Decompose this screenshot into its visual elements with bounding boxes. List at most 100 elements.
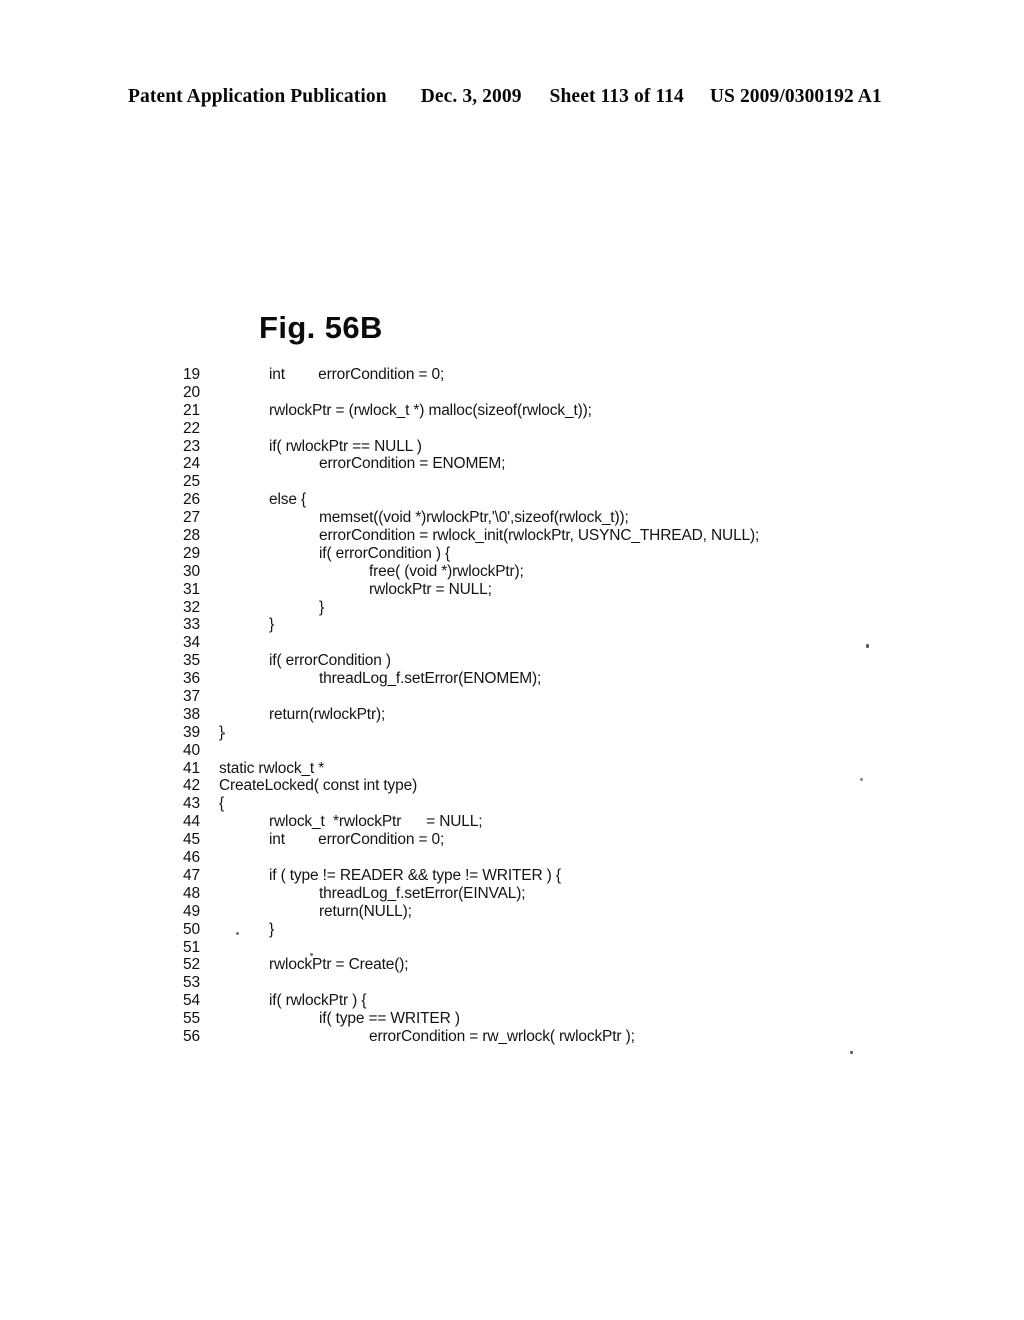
code-line-text: {	[219, 795, 225, 813]
code-line: 32}	[183, 599, 943, 617]
header-document-number: US 2009/0300192 A1	[709, 86, 882, 107]
code-line-number: 28	[183, 527, 201, 545]
code-line: 41 static rwlock_t *	[183, 760, 943, 778]
code-line-number: 43	[183, 795, 201, 813]
code-line: 43 {	[183, 795, 943, 813]
code-line: 53	[183, 974, 943, 992]
code-line: 46	[183, 849, 943, 867]
code-line-text: memset((void *)rwlockPtr,'\0',sizeof(rwl…	[319, 509, 629, 527]
code-line: 35 if( errorCondition )	[183, 652, 943, 670]
scan-speck	[860, 778, 863, 781]
code-line-number: 34	[183, 634, 201, 652]
code-listing: 19 int errorCondition = 0; 20 21 rwlockPtr =…	[183, 366, 943, 1046]
code-line-text: threadLog_f.setError(EINVAL);	[319, 884, 526, 902]
code-line-number: 31	[183, 580, 201, 598]
header-publication-label: Patent Application Publication	[128, 86, 387, 107]
code-line-number: 36	[183, 670, 201, 688]
code-line-text: }	[269, 920, 275, 938]
code-line: 36 threadLog_f.setError(ENOMEM);	[183, 670, 943, 688]
code-line-text: rwlockPtr = NULL;	[369, 580, 492, 598]
running-header: Patent Application Publication Dec. 3, 2…	[128, 86, 896, 108]
code-line-number: 30	[183, 562, 201, 580]
code-line-text: rwlockPtr = (rwlock_t *) malloc(sizeof(r…	[269, 401, 592, 419]
code-line-number: 54	[183, 992, 201, 1010]
code-line: 31 rwlockPtr = NULL;	[183, 581, 943, 599]
code-line-text: if( errorCondition )	[269, 652, 391, 670]
code-line-text: return(rwlockPtr);	[269, 705, 386, 723]
code-line-text: int errorCondition = 0;	[269, 366, 445, 383]
code-line-text: }	[269, 616, 275, 634]
code-line-number: 40	[183, 741, 201, 759]
code-line: 54 if( rwlockPtr ) {	[183, 992, 943, 1010]
scan-speck	[850, 1051, 853, 1054]
code-line-number: 52	[183, 956, 201, 974]
code-line-text: rwlockPtr = Create();	[269, 956, 409, 974]
code-line: 27 memset((void *)rwlockPtr,'\0',sizeof(r…	[183, 509, 943, 527]
code-line-text: rwlock_t *rwlockPtr = NULL;	[269, 813, 483, 831]
code-line-text: return(NULL);	[319, 902, 412, 920]
code-line: 25	[183, 473, 943, 491]
code-line: 26 else {	[183, 491, 943, 509]
code-line-text: free( (void *)rwlockPtr);	[369, 562, 524, 580]
code-line-number: 19	[183, 366, 201, 383]
code-line: 52 rwlockPtr = Create();	[183, 956, 943, 974]
code-line-number: 50	[183, 920, 201, 938]
code-line-text: if( errorCondition ) {	[319, 544, 451, 562]
code-line-text: static rwlock_t *	[219, 759, 325, 777]
header-publication-date: Dec. 3, 2009	[420, 86, 522, 107]
code-line-text: errorCondition = ENOMEM;	[319, 455, 506, 473]
code-line: 30 free( (void *)rwlockPtr);	[183, 563, 943, 581]
code-line: 39}	[183, 724, 943, 742]
code-line: 55 if( type == WRITER )	[183, 1010, 943, 1028]
code-line-number: 44	[183, 813, 201, 831]
code-line-text: threadLog_f.setError(ENOMEM);	[319, 670, 542, 688]
code-line: 19 int errorCondition = 0;	[183, 366, 943, 384]
code-line-number: 22	[183, 419, 201, 437]
code-line-number: 41	[183, 759, 201, 777]
code-line: 33}	[183, 616, 943, 634]
code-line: 50}	[183, 921, 943, 939]
code-line-text: int errorCondition = 0;	[269, 831, 445, 849]
code-line: 48 threadLog_f.setError(EINVAL);	[183, 885, 943, 903]
code-line-text: if( rwlockPtr == NULL )	[269, 437, 422, 455]
code-line: 22	[183, 420, 943, 438]
header-sheet-number: Sheet 113 of 114	[549, 86, 684, 107]
code-line: 23 if( rwlockPtr == NULL )	[183, 438, 943, 456]
code-line-text: }	[219, 724, 943, 742]
code-line-number: 29	[183, 544, 201, 562]
code-line: 49 return(NULL);	[183, 903, 943, 921]
code-line: 29 if( errorCondition ) {	[183, 545, 943, 563]
code-line: 42 CreateLocked( const int type)	[183, 777, 943, 795]
figure-label: Fig. 56B	[259, 310, 383, 345]
code-line-number: 33	[183, 616, 201, 634]
scan-speck	[236, 932, 239, 935]
scan-speck	[310, 953, 313, 956]
code-line-number: 53	[183, 974, 201, 992]
code-line-text: errorCondition = rwlock_init(rwlockPtr, …	[319, 527, 760, 545]
code-line: 28 errorCondition = rwlock_init(rwlockPtr…	[183, 527, 943, 545]
code-line: 21 rwlockPtr = (rwlock_t *) malloc(sizeof…	[183, 402, 943, 420]
code-line-number: 27	[183, 509, 201, 527]
scan-speck	[222, 732, 225, 735]
code-line-number: 37	[183, 688, 201, 706]
code-line-text: errorCondition = rw_wrlock( rwlockPtr );	[369, 1027, 635, 1045]
code-line-number: 38	[183, 705, 201, 723]
scan-speck	[866, 644, 869, 648]
code-line: 40	[183, 742, 943, 760]
code-line: 51	[183, 939, 943, 957]
code-line-number: 56	[183, 1027, 201, 1045]
code-line: 45 int errorCondition = 0;	[183, 831, 943, 849]
code-line: 20	[183, 384, 943, 402]
code-line: 44 rwlock_t *rwlockPtr = NULL;	[183, 813, 943, 831]
code-line-number: 26	[183, 491, 201, 509]
code-line-text: else {	[269, 491, 307, 509]
code-line-number: 42	[183, 777, 201, 795]
code-line-number: 48	[183, 884, 201, 902]
code-line: 38 return(rwlockPtr);	[183, 706, 943, 724]
code-line-number: 45	[183, 831, 201, 849]
code-line-number: 32	[183, 598, 201, 616]
patent-page: Patent Application Publication Dec. 3, 2…	[0, 0, 1024, 1320]
code-line-text: if ( type != READER && type != WRITER ) …	[269, 866, 561, 884]
code-line-number: 35	[183, 652, 201, 670]
code-line-number: 51	[183, 938, 201, 956]
